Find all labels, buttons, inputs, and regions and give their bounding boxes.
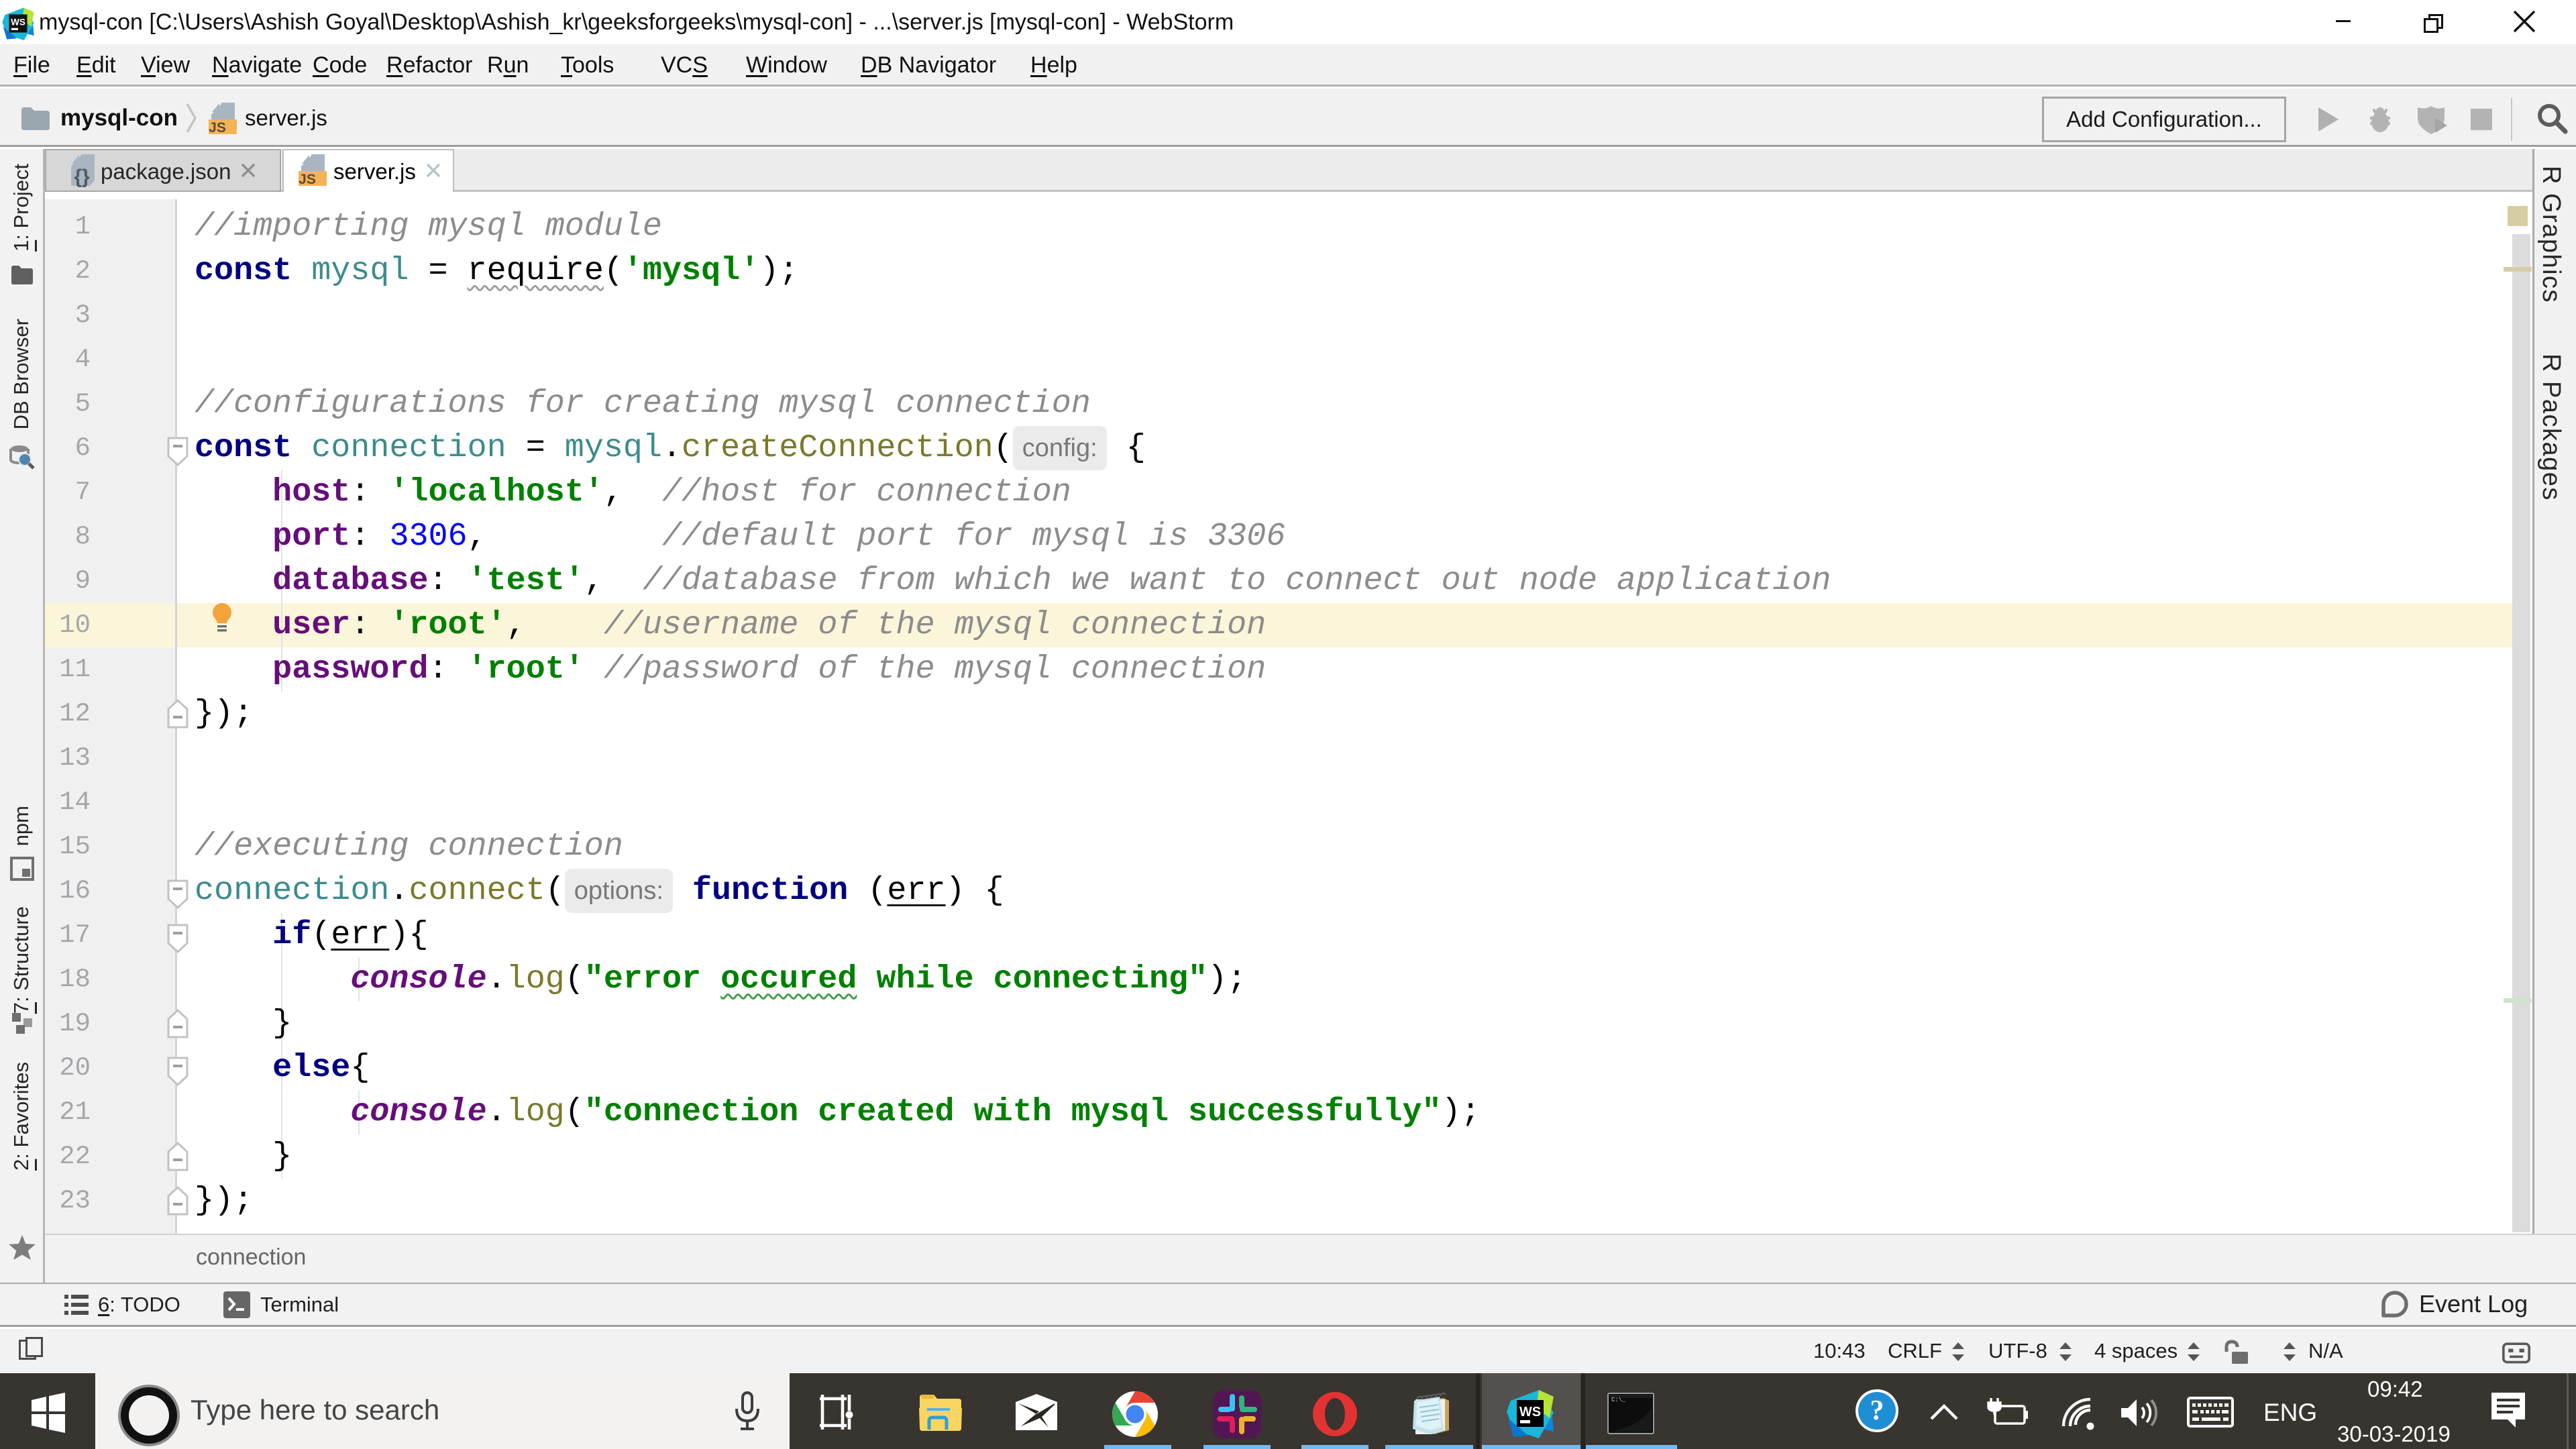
svg-text:WS: WS	[1519, 1405, 1541, 1419]
svg-text:{}: {}	[74, 166, 90, 187]
svg-text:WS: WS	[11, 17, 25, 28]
svg-text:JS: JS	[299, 172, 316, 187]
svg-text:JS: JS	[209, 120, 226, 136]
svg-text:C:\_: C:\_	[1611, 1397, 1626, 1403]
